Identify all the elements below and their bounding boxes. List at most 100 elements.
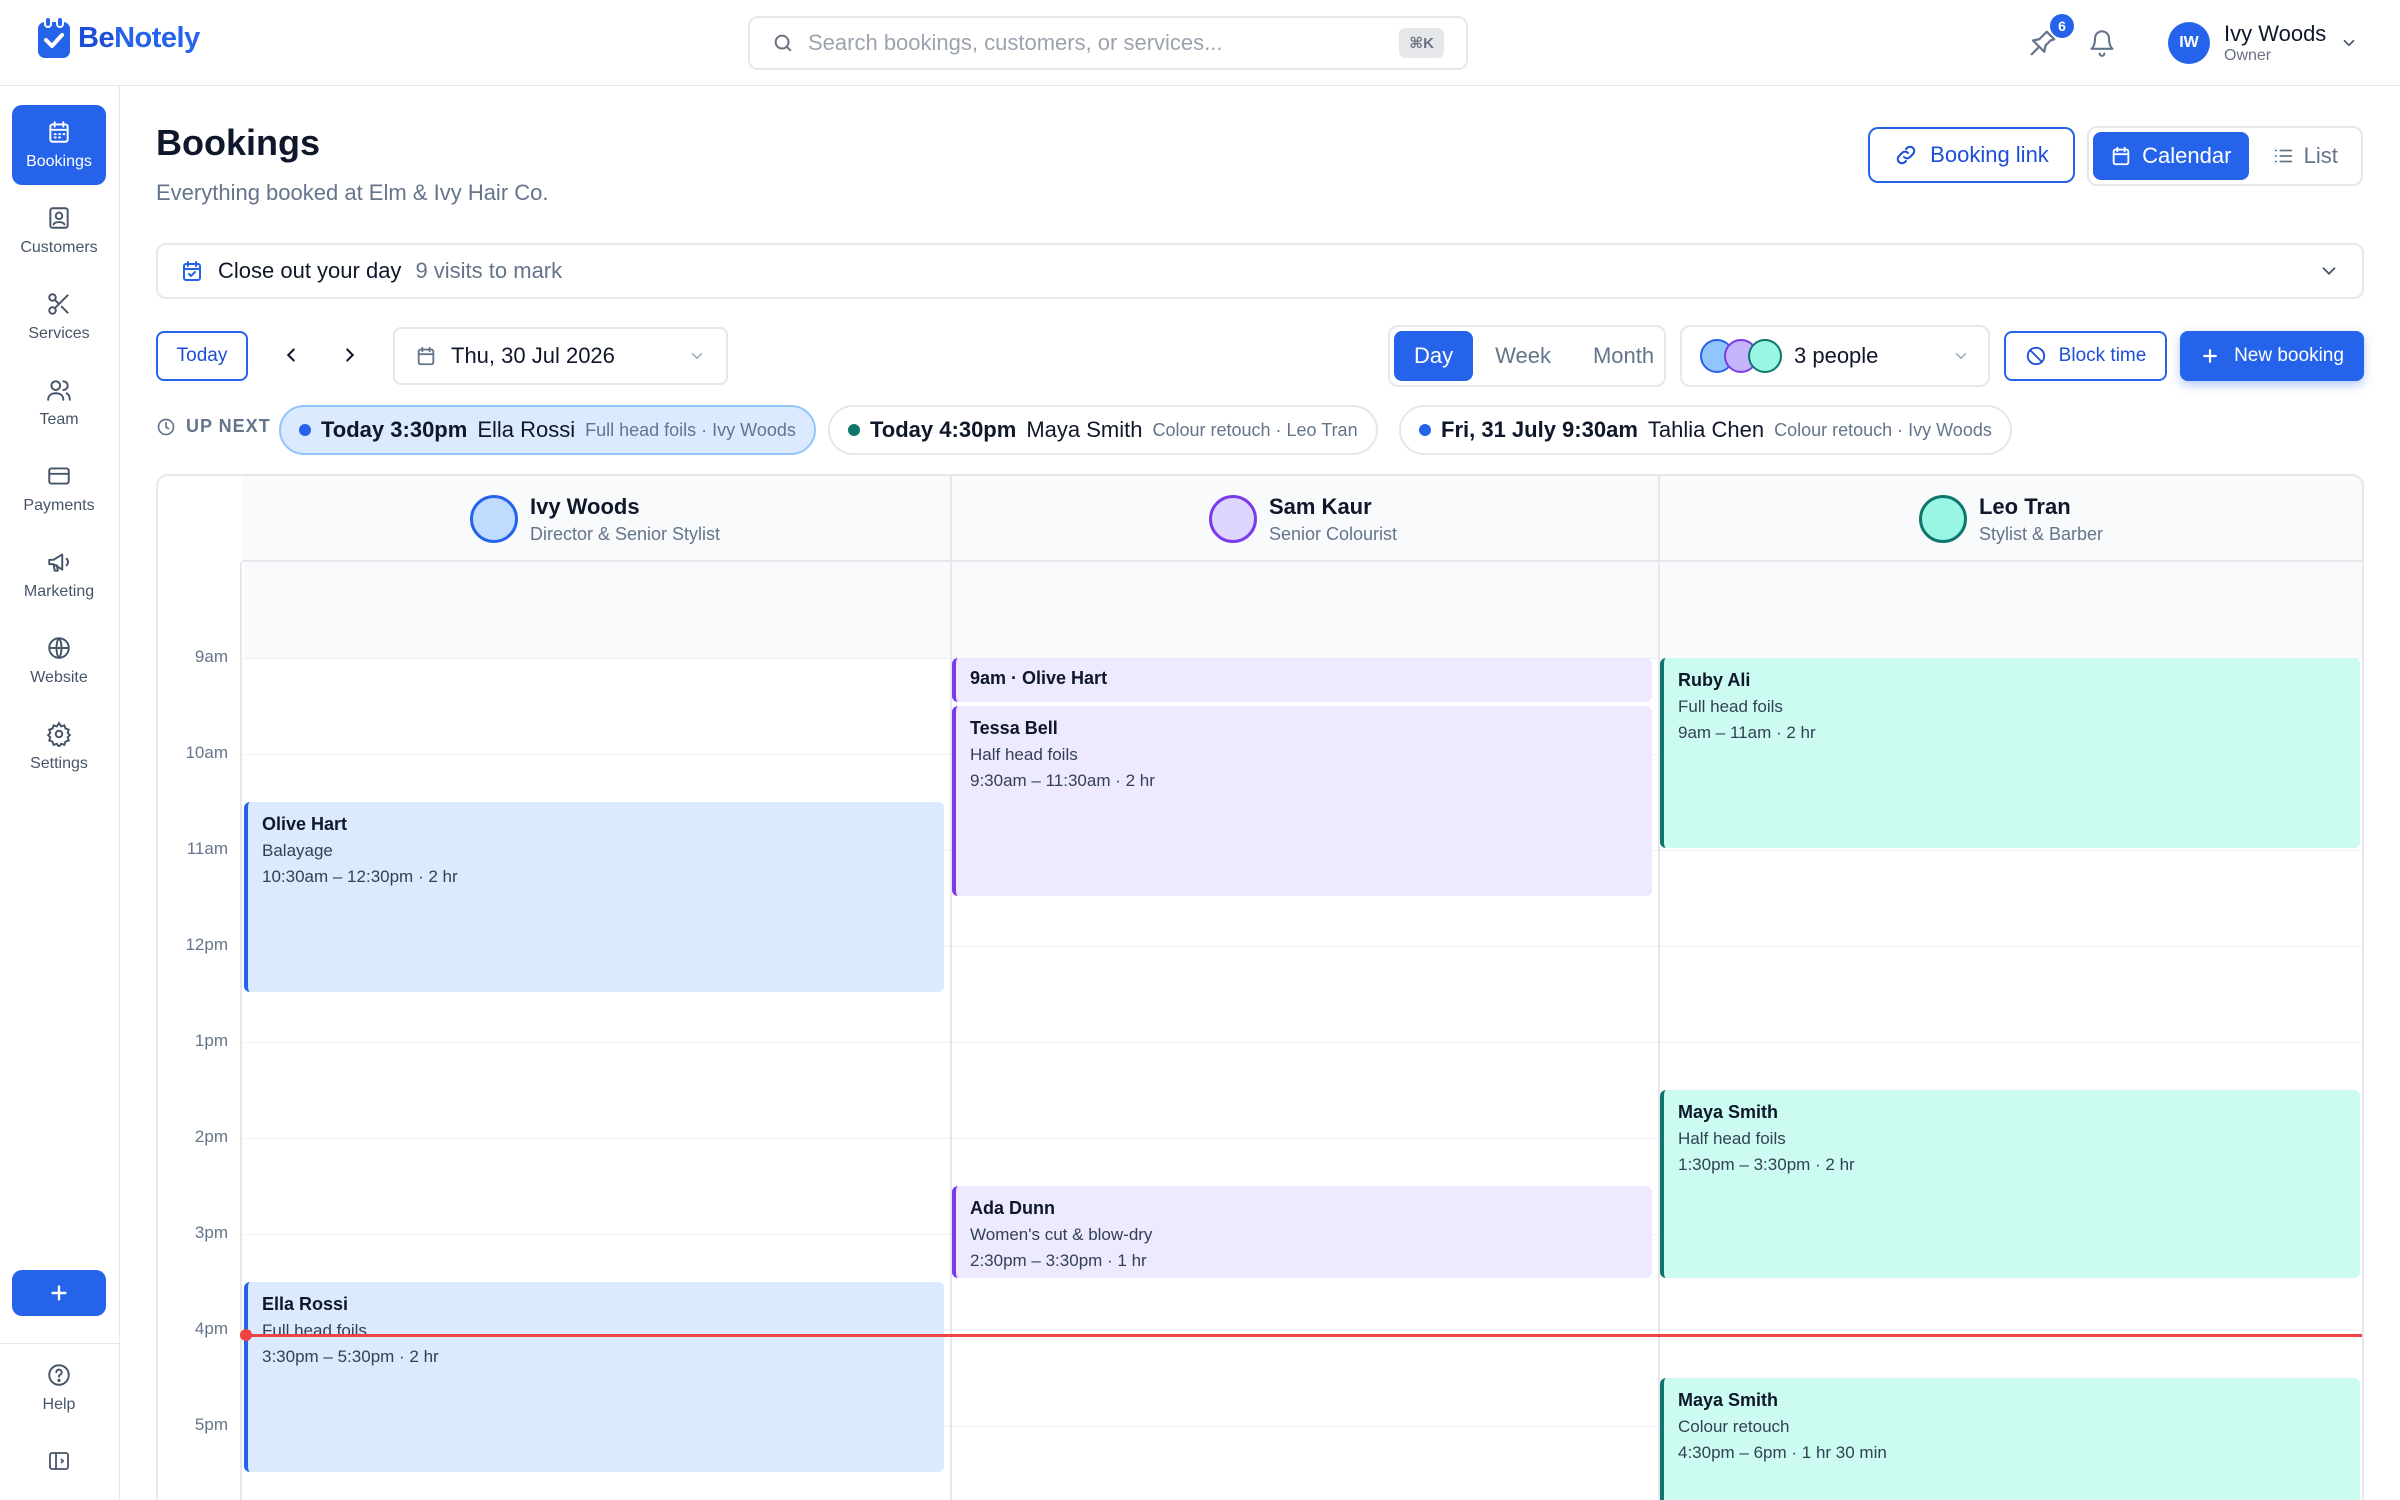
close-out-banner[interactable]: Close out your day 9 visits to mark bbox=[156, 243, 2364, 299]
plus-icon bbox=[2203, 349, 2217, 363]
new-booking-button[interactable]: New booking bbox=[2180, 331, 2364, 381]
booking-card[interactable]: Ruby Ali Full head foils 9am – 11am · 2 … bbox=[1660, 658, 2360, 848]
page-subtitle: Everything booked at Elm & Ivy Hair Co. bbox=[156, 180, 549, 205]
booking-card[interactable]: Tessa Bell Half head foils 9:30am – 11:3… bbox=[952, 706, 1652, 896]
user-menu[interactable]: IW Ivy Woods Owner bbox=[2168, 18, 2358, 68]
sidebar-item-services[interactable]: Services bbox=[12, 277, 106, 357]
calendar-view-button[interactable]: Calendar bbox=[2093, 132, 2249, 180]
booking-card[interactable]: 9am · Olive Hart bbox=[952, 658, 1652, 702]
hour-label: 1pm bbox=[194, 1031, 228, 1050]
user-name: Ivy Woods bbox=[2224, 21, 2327, 46]
sidebar-item-label: Services bbox=[28, 325, 90, 342]
whats-new-button[interactable]: 6 bbox=[2024, 14, 2074, 62]
globe-icon bbox=[48, 637, 70, 660]
booking-customer: Ella Rossi bbox=[262, 1294, 349, 1314]
quick-add-button[interactable] bbox=[12, 1270, 106, 1316]
staff-column-header[interactable]: Sam Kaur Senior Colourist bbox=[950, 476, 1656, 562]
avatar: IW bbox=[2168, 22, 2210, 64]
column-divider bbox=[950, 476, 952, 1500]
sidebar-item-label: Settings bbox=[30, 755, 88, 772]
staff-column-header[interactable]: Leo Tran Stylist & Barber bbox=[1658, 476, 2362, 562]
plus-icon bbox=[51, 1285, 67, 1301]
booking-time: 1:30pm – 3:30pm · 2 hr bbox=[1678, 1155, 1855, 1174]
calendar-icon bbox=[49, 121, 69, 143]
calendar-view-label: Calendar bbox=[2142, 143, 2232, 168]
people-filter[interactable]: 3 people bbox=[1680, 325, 1990, 387]
contact-icon bbox=[49, 207, 69, 229]
sidebar-item-settings[interactable]: Settings bbox=[12, 707, 106, 787]
sidebar-item-label: Customers bbox=[20, 239, 98, 256]
chip-what: Colour retouch · Leo Tran bbox=[1152, 419, 1358, 440]
sidebar-item-label: Team bbox=[39, 411, 79, 428]
booking-card[interactable]: Maya Smith Half head foils 1:30pm – 3:30… bbox=[1660, 1090, 2360, 1278]
list-view-button[interactable]: List bbox=[2253, 132, 2357, 180]
search-bar[interactable]: ⌘K bbox=[748, 16, 1468, 70]
booking-card[interactable]: Maya Smith Colour retouch 4:30pm – 6pm ·… bbox=[1660, 1378, 2360, 1500]
sidebar-item-help[interactable]: Help bbox=[12, 1348, 106, 1428]
block-icon bbox=[2026, 346, 2045, 366]
staff-column-header[interactable]: Ivy Woods Director & Senior Stylist bbox=[242, 476, 948, 562]
link-icon bbox=[1896, 145, 1916, 165]
chip-when: Today 3:30pm bbox=[321, 417, 468, 442]
grid-line bbox=[244, 1042, 2362, 1043]
calendar-header: Ivy Woods Director & Senior Stylist Sam … bbox=[242, 476, 2362, 562]
prev-day-button[interactable] bbox=[276, 340, 306, 370]
booking-customer: Maya Smith bbox=[1678, 1102, 1779, 1122]
today-button[interactable]: Today bbox=[156, 331, 248, 381]
tab-month[interactable]: Month bbox=[1573, 331, 1674, 381]
booking-service: Colour retouch bbox=[1678, 1417, 1790, 1436]
calendar-icon bbox=[417, 346, 435, 366]
next-day-button[interactable] bbox=[335, 340, 365, 370]
hour-label: 3pm bbox=[194, 1223, 228, 1242]
bell-icon bbox=[2090, 30, 2114, 57]
hour-label: 5pm bbox=[194, 1415, 228, 1434]
block-time-button[interactable]: Block time bbox=[2004, 331, 2167, 381]
sidebar-item-website[interactable]: Website bbox=[12, 621, 106, 701]
hour-label: 12pm bbox=[185, 935, 228, 954]
up-next-chip[interactable]: Today 4:30pm Maya Smith Colour retouch ·… bbox=[828, 405, 1378, 455]
help-icon bbox=[48, 1364, 70, 1386]
collapse-sidebar-button[interactable] bbox=[44, 1446, 74, 1476]
tab-week[interactable]: Week bbox=[1475, 331, 1571, 381]
app-logo[interactable]: BeNotely bbox=[36, 16, 200, 60]
sidebar-item-marketing[interactable]: Marketing bbox=[12, 535, 106, 615]
booking-service: Half head foils bbox=[970, 745, 1078, 764]
booking-time: 10:30am – 12:30pm · 2 hr bbox=[262, 867, 458, 886]
chevron-down-icon bbox=[2343, 39, 2355, 47]
date-picker[interactable]: Thu, 30 Jul 2026 bbox=[393, 327, 728, 385]
booking-card[interactable]: Olive Hart Balayage 10:30am – 12:30pm · … bbox=[244, 802, 944, 992]
booking-service: Balayage bbox=[262, 841, 333, 860]
chip-who: Tahlia Chen bbox=[1647, 417, 1765, 442]
booking-card[interactable]: Ella Rossi Full head foils 3:30pm – 5:30… bbox=[244, 1282, 944, 1472]
avatar bbox=[1918, 495, 1967, 543]
booking-card[interactable]: Ada Dunn Women's cut & blow-dry 2:30pm –… bbox=[952, 1186, 1652, 1278]
sidebar-item-bookings[interactable]: Bookings bbox=[12, 105, 106, 185]
sidebar-item-label: Bookings bbox=[26, 153, 92, 170]
sidebar-toggle-icon bbox=[49, 1452, 69, 1470]
search-icon bbox=[774, 34, 792, 52]
day-calendar: Ivy Woods Director & Senior Stylist Sam … bbox=[156, 474, 2364, 1500]
up-next-label: UP NEXT bbox=[156, 416, 271, 437]
up-next-chip[interactable]: Today 3:30pm Ella Rossi Full head foils … bbox=[279, 405, 816, 455]
status-dot bbox=[848, 424, 860, 436]
booking-time: 2:30pm – 3:30pm · 1 hr bbox=[970, 1251, 1147, 1270]
booking-customer: Ada Dunn bbox=[970, 1198, 1055, 1218]
booking-link-label: Booking link bbox=[1930, 142, 2049, 167]
notifications-button[interactable] bbox=[2083, 24, 2121, 62]
current-time-line bbox=[246, 1334, 2362, 1337]
avatar bbox=[1748, 339, 1782, 373]
clock-icon bbox=[157, 418, 175, 435]
sidebar-item-payments[interactable]: Payments bbox=[12, 449, 106, 529]
booking-time: 9am – 11am · 2 hr bbox=[1678, 723, 1816, 742]
staff-role: Senior Colourist bbox=[1268, 523, 1398, 544]
booking-customer: Ruby Ali bbox=[1678, 670, 1751, 690]
up-next-chip[interactable]: Fri, 31 July 9:30am Tahlia Chen Colour r… bbox=[1399, 405, 2012, 455]
sidebar-item-team[interactable]: Team bbox=[12, 363, 106, 443]
booking-service: Full head foils bbox=[262, 1321, 367, 1340]
chevron-down-icon bbox=[2322, 267, 2336, 276]
sidebar-item-customers[interactable]: Customers bbox=[12, 191, 106, 271]
tab-day[interactable]: Day bbox=[1394, 331, 1474, 381]
calendar-check-icon bbox=[183, 261, 201, 281]
booking-link-button[interactable]: Booking link bbox=[1868, 127, 2075, 183]
search-input[interactable] bbox=[808, 30, 1400, 56]
